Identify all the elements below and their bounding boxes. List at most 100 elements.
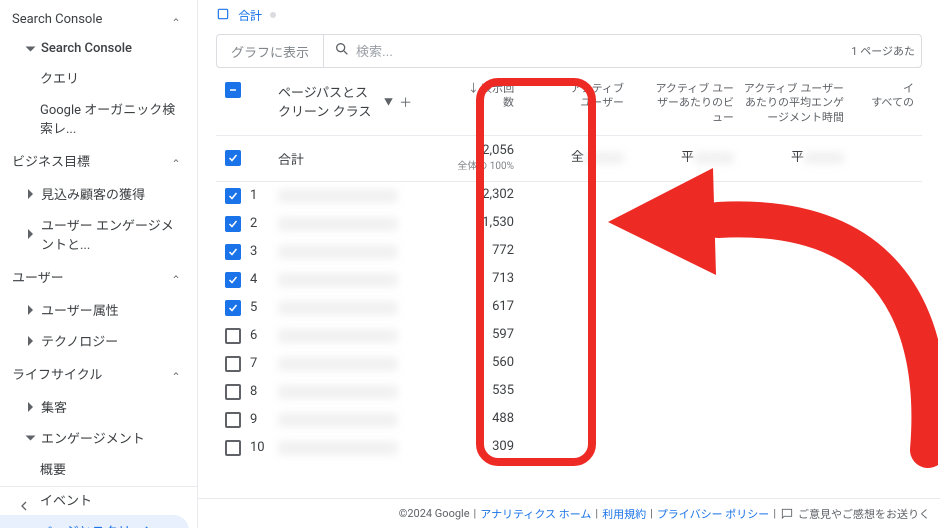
dropdown-triangle-icon: ▼ [384, 95, 393, 108]
row-checkbox[interactable] [225, 412, 241, 428]
summary-bar: 合計 [198, 0, 940, 30]
redacted-text [278, 217, 398, 231]
row-index: 2 [250, 216, 278, 231]
row-path[interactable] [278, 273, 412, 287]
summary-label: 合計 [238, 7, 262, 24]
redacted-text [278, 245, 398, 259]
row-checkbox[interactable] [225, 440, 241, 456]
triangle-right-icon [28, 305, 33, 315]
table-row: 6597 [216, 322, 922, 350]
sidebar-item-acquisition[interactable]: 集客 [0, 391, 197, 422]
feedback-icon [780, 506, 794, 520]
row-index: 4 [250, 272, 278, 287]
redacted-text [278, 357, 398, 371]
triangle-right-icon [28, 229, 33, 239]
row-index: 8 [250, 384, 278, 399]
row-path[interactable] [278, 217, 412, 231]
row-views: 1,530 [412, 215, 522, 232]
toolbar: グラフに表示 1 ページあた [216, 34, 922, 68]
row-path[interactable] [278, 329, 412, 343]
search-field[interactable] [324, 41, 851, 61]
triangle-down-icon [26, 435, 36, 440]
row-path[interactable] [278, 413, 412, 427]
column-header-events[interactable]: イすべての [852, 82, 922, 111]
footer-copyright: ©2024 Google [399, 507, 470, 520]
row-checkbox[interactable] [225, 328, 241, 344]
chevron-up-icon [171, 156, 181, 166]
sidebar-item-engagement-goal[interactable]: ユーザー エンゲージメントと... [0, 209, 197, 259]
sidebar-item-engagement[interactable]: エンゲージメント [0, 422, 197, 453]
sidebar-section-lifecycle[interactable]: ライフサイクル [0, 356, 197, 391]
row-index: 9 [250, 412, 278, 427]
row-checkbox[interactable] [225, 216, 241, 232]
column-header-avg-engagement[interactable]: アクティブ ユーザーあたりの平均エンゲージメント時間 [742, 82, 852, 125]
table-row: 7560 [216, 350, 922, 378]
row-path[interactable] [278, 357, 412, 371]
pagination-label: 1 ページあた [851, 43, 921, 59]
sidebar-section-business[interactable]: ビジネス目標 [0, 143, 197, 178]
chevron-up-icon [171, 15, 181, 25]
row-path[interactable] [278, 385, 412, 399]
sidebar-item-label: Google オーガニック検索レ... [40, 99, 181, 137]
total-checkbox[interactable] [225, 150, 241, 166]
sidebar-item-label: Search Console [41, 41, 132, 56]
summary-dot [270, 12, 276, 18]
button-label: グラフに表示 [231, 42, 309, 61]
total-label: 合計 [278, 149, 304, 168]
sidebar-item-label: クエリ [40, 68, 79, 87]
select-all-checkbox[interactable] [225, 82, 241, 98]
column-header-views-per-user[interactable]: アクティブ ユーザーあたりのビュー [632, 82, 742, 125]
row-path[interactable] [278, 245, 412, 259]
sidebar-section-user[interactable]: ユーザー [0, 259, 197, 294]
row-checkbox[interactable] [225, 356, 241, 372]
sidebar-item-organic[interactable]: Google オーガニック検索レ... [0, 93, 197, 143]
row-checkbox[interactable] [225, 300, 241, 316]
sidebar-item-query[interactable]: クエリ [0, 62, 197, 93]
row-views: 2,302 [412, 187, 522, 204]
sidebar-label: ライフサイクル [12, 364, 102, 383]
add-dimension-icon[interactable]: ＋ [399, 92, 412, 111]
row-path[interactable] [278, 441, 412, 455]
sidebar-item-leads[interactable]: 見込み顧客の獲得 [0, 178, 197, 209]
chevron-up-icon [171, 369, 181, 379]
data-table: ページパスとスクリーン クラス ▼ ＋ ↓表示回数 アクティブユーザー アクティ… [198, 76, 940, 528]
footer-link-terms[interactable]: 利用規約 [602, 506, 646, 522]
row-views: 560 [412, 355, 522, 372]
footer-feedback[interactable]: ご意見やご感想をお送りく [798, 506, 930, 522]
sidebar-item-technology[interactable]: テクノロジー [0, 325, 197, 356]
chart-display-button[interactable]: グラフに表示 [217, 35, 324, 67]
table-row: 8535 [216, 378, 922, 406]
column-header-path[interactable]: ページパスとスクリーン クラス ▼ ＋ [278, 82, 412, 120]
row-views: 617 [412, 299, 522, 316]
row-checkbox[interactable] [225, 188, 241, 204]
sidebar-item-overview[interactable]: 概要 [0, 453, 197, 484]
table-row: 3772 [216, 238, 922, 266]
table-row: 12,302 [216, 182, 922, 210]
row-path[interactable] [278, 301, 412, 315]
chevron-left-icon [16, 498, 32, 518]
sidebar-item-label: 概要 [40, 459, 66, 478]
row-path[interactable] [278, 189, 412, 203]
footer-link-analytics-home[interactable]: アナリティクス ホーム [480, 506, 591, 522]
sidebar-section-search-console[interactable]: Search Console [0, 4, 197, 35]
row-checkbox[interactable] [225, 244, 241, 260]
row-checkbox[interactable] [225, 384, 241, 400]
total-avg-engagement: 平 [742, 150, 852, 167]
sidebar-collapse-bar[interactable] [0, 486, 197, 528]
row-index: 5 [250, 300, 278, 315]
sidebar-item-search-console[interactable]: Search Console [0, 35, 197, 62]
sidebar-item-user-attributes[interactable]: ユーザー属性 [0, 294, 197, 325]
column-header-active-users[interactable]: アクティブユーザー [522, 82, 632, 111]
triangle-right-icon [28, 402, 33, 412]
table-row: 4713 [216, 266, 922, 294]
header-label: ページパスとスクリーン クラス [278, 82, 378, 120]
redacted-text [278, 273, 398, 287]
column-header-views[interactable]: ↓表示回数 [412, 82, 522, 111]
row-index: 3 [250, 244, 278, 259]
sidebar-item-label: テクノロジー [41, 331, 118, 350]
footer-link-privacy[interactable]: プライバシー ポリシー [657, 506, 770, 522]
row-checkbox[interactable] [225, 272, 241, 288]
sidebar-item-label: 見込み顧客の獲得 [41, 184, 145, 203]
search-input[interactable] [356, 44, 841, 59]
sidebar-item-label: ユーザー属性 [41, 300, 119, 319]
